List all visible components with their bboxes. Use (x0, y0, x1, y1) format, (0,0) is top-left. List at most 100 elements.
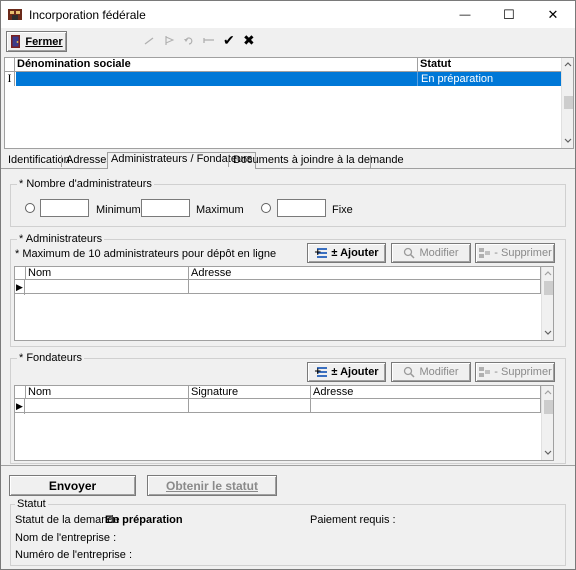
cancel-icon[interactable]: ✖ (243, 32, 255, 49)
admin-scrollbar[interactable] (541, 267, 553, 340)
fermer-label: Fermer (25, 35, 63, 48)
table-row[interactable]: En préparation (16, 72, 561, 86)
admin-delete-label: - Supprimer (494, 247, 552, 259)
payment-label: Paiement requis : (310, 514, 396, 526)
scroll-up-icon[interactable] (544, 270, 552, 276)
fond-col-nom[interactable]: Nom (26, 386, 189, 399)
svg-text:+: + (314, 367, 322, 377)
close-window-button[interactable]: ✕ (531, 1, 575, 28)
admin-cell-nom[interactable] (26, 280, 189, 294)
administrateurs-table[interactable]: Nom Adresse ▶ (14, 266, 554, 341)
application-window: Incorporation fédérale — ☐ ✕ Fermer ✔ ✖ … (0, 0, 576, 570)
magnifier-icon (404, 247, 415, 259)
minimum-input[interactable] (40, 199, 89, 217)
minimize-icon: — (459, 8, 471, 21)
minimum-label: Minimum (96, 204, 141, 216)
maximum-input[interactable] (141, 199, 190, 217)
admin-add-label: ± Ajouter (331, 247, 379, 259)
company-name-label: Nom de l'entreprise : (15, 532, 117, 544)
title-bar: Incorporation fédérale — ☐ ✕ (1, 1, 575, 28)
tab-separator (370, 155, 371, 168)
fondateurs-table[interactable]: Nom Signature Adresse ▶ (14, 385, 554, 461)
admin-modify-button[interactable]: Modifier (391, 243, 471, 263)
scroll-down-icon[interactable] (544, 450, 552, 456)
scroll-thumb[interactable] (544, 400, 553, 414)
fermer-button[interactable]: Fermer (6, 31, 67, 52)
tab-separator (228, 155, 229, 167)
first-icon[interactable] (143, 36, 155, 46)
row-indicator: I (5, 72, 15, 86)
fond-cell-adresse[interactable] (311, 399, 541, 413)
fixe-input[interactable] (277, 199, 326, 217)
section-divider (1, 465, 575, 466)
close-icon: ✕ (547, 6, 559, 22)
admin-col-nom[interactable]: Nom (26, 267, 189, 280)
statut-title: Statut (15, 498, 48, 510)
tab-documents[interactable]: Documents à joindre à la demande (230, 154, 407, 169)
cell-denomination[interactable] (16, 72, 418, 86)
fondateurs-title: * Fondateurs (17, 352, 84, 364)
magnifier-icon (404, 366, 415, 378)
admin-add-button[interactable]: + ± Ajouter (307, 243, 386, 263)
admin-delete-button[interactable]: - Supprimer (475, 243, 555, 263)
fond-cell-signature[interactable] (189, 399, 311, 413)
fond-col-adresse[interactable]: Adresse (311, 386, 541, 399)
fond-grid-corner (15, 386, 26, 399)
app-icon (8, 9, 22, 20)
delete-rows-icon (479, 248, 491, 258)
incorporation-grid[interactable]: Dénomination sociale Statut I En prépara… (4, 57, 574, 149)
fond-add-label: ± Ajouter (331, 366, 379, 378)
scroll-up-icon[interactable] (564, 61, 572, 67)
admin-cell-adresse[interactable] (189, 280, 541, 294)
col-header-denomination[interactable]: Dénomination sociale (15, 58, 418, 72)
fond-modify-label: Modifier (419, 366, 459, 378)
obtenir-statut-label: Obtenir le statut (165, 478, 258, 493)
nombre-admins-title: * Nombre d'administrateurs (17, 178, 154, 190)
fond-delete-button[interactable]: - Supprimer (475, 362, 555, 382)
tab-separator (61, 155, 62, 167)
refresh-icon[interactable] (183, 35, 195, 46)
obtenir-statut-button[interactable]: Obtenir le statut (147, 475, 277, 496)
col-header-statut[interactable]: Statut (418, 58, 561, 72)
grid-corner (5, 58, 15, 72)
radio-fixe[interactable] (261, 203, 271, 213)
fond-modify-button[interactable]: Modifier (391, 362, 471, 382)
next-icon[interactable] (163, 35, 175, 46)
administrateurs-note: * Maximum de 10 administrateurs pour dép… (15, 248, 277, 260)
svg-text:+: + (314, 248, 322, 258)
scroll-thumb[interactable] (544, 281, 553, 295)
fond-cell-nom[interactable] (26, 399, 189, 413)
minimize-button[interactable]: — (443, 1, 487, 28)
last-icon[interactable] (203, 36, 215, 46)
maximum-label: Maximum (196, 204, 244, 216)
fond-add-button[interactable]: + ± Ajouter (307, 362, 386, 382)
scroll-down-icon[interactable] (564, 138, 572, 144)
envoyer-button[interactable]: Envoyer (9, 475, 136, 496)
row-pointer-icon: ▶ (15, 280, 25, 295)
delete-rows-icon (479, 367, 491, 377)
radio-minimum-maximum[interactable] (25, 203, 35, 213)
row-pointer-icon: ▶ (15, 399, 25, 414)
add-row-icon: + (314, 248, 328, 258)
maximize-icon: ☐ (503, 6, 515, 22)
demand-status-value: En préparation (105, 514, 183, 526)
maximize-button[interactable]: ☐ (487, 1, 531, 28)
check-icon[interactable]: ✔ (223, 32, 235, 49)
door-icon (11, 35, 21, 48)
add-row-icon: + (314, 367, 328, 377)
fond-scrollbar[interactable] (541, 386, 553, 460)
admin-grid-corner (15, 267, 26, 280)
envoyer-label: Envoyer (48, 478, 97, 493)
grid-scrollbar[interactable] (561, 58, 573, 148)
admin-col-adresse[interactable]: Adresse (189, 267, 541, 280)
scroll-thumb[interactable] (564, 96, 573, 109)
toolbar (1, 28, 575, 56)
fond-col-signature[interactable]: Signature (189, 386, 311, 399)
cell-statut[interactable]: En préparation (421, 73, 493, 85)
scroll-down-icon[interactable] (544, 330, 552, 336)
administrateurs-title: * Administrateurs (17, 233, 105, 245)
scroll-up-icon[interactable] (544, 389, 552, 395)
company-number-label: Numéro de l'entreprise : (15, 549, 133, 561)
fond-delete-label: - Supprimer (494, 366, 552, 378)
window-title: Incorporation fédérale (29, 8, 146, 22)
